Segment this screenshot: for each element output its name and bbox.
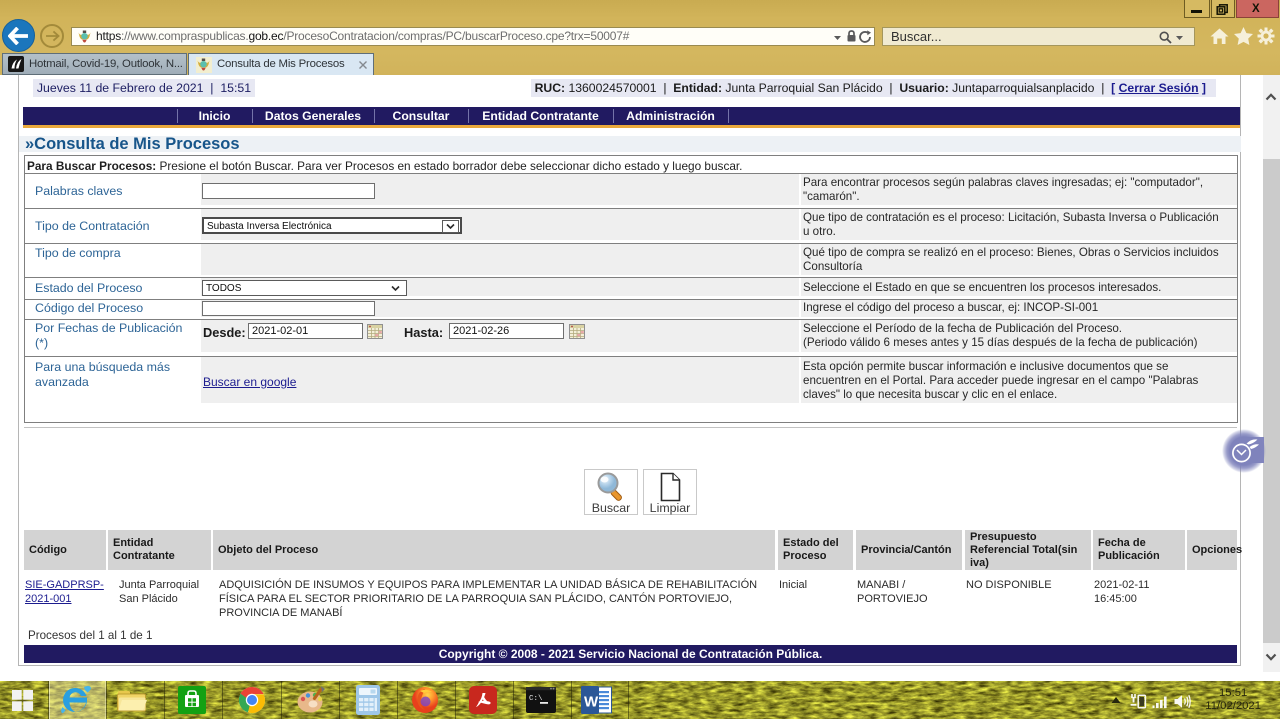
svg-text:C:\: C:\ (529, 695, 543, 703)
svg-text:W: W (584, 694, 599, 711)
